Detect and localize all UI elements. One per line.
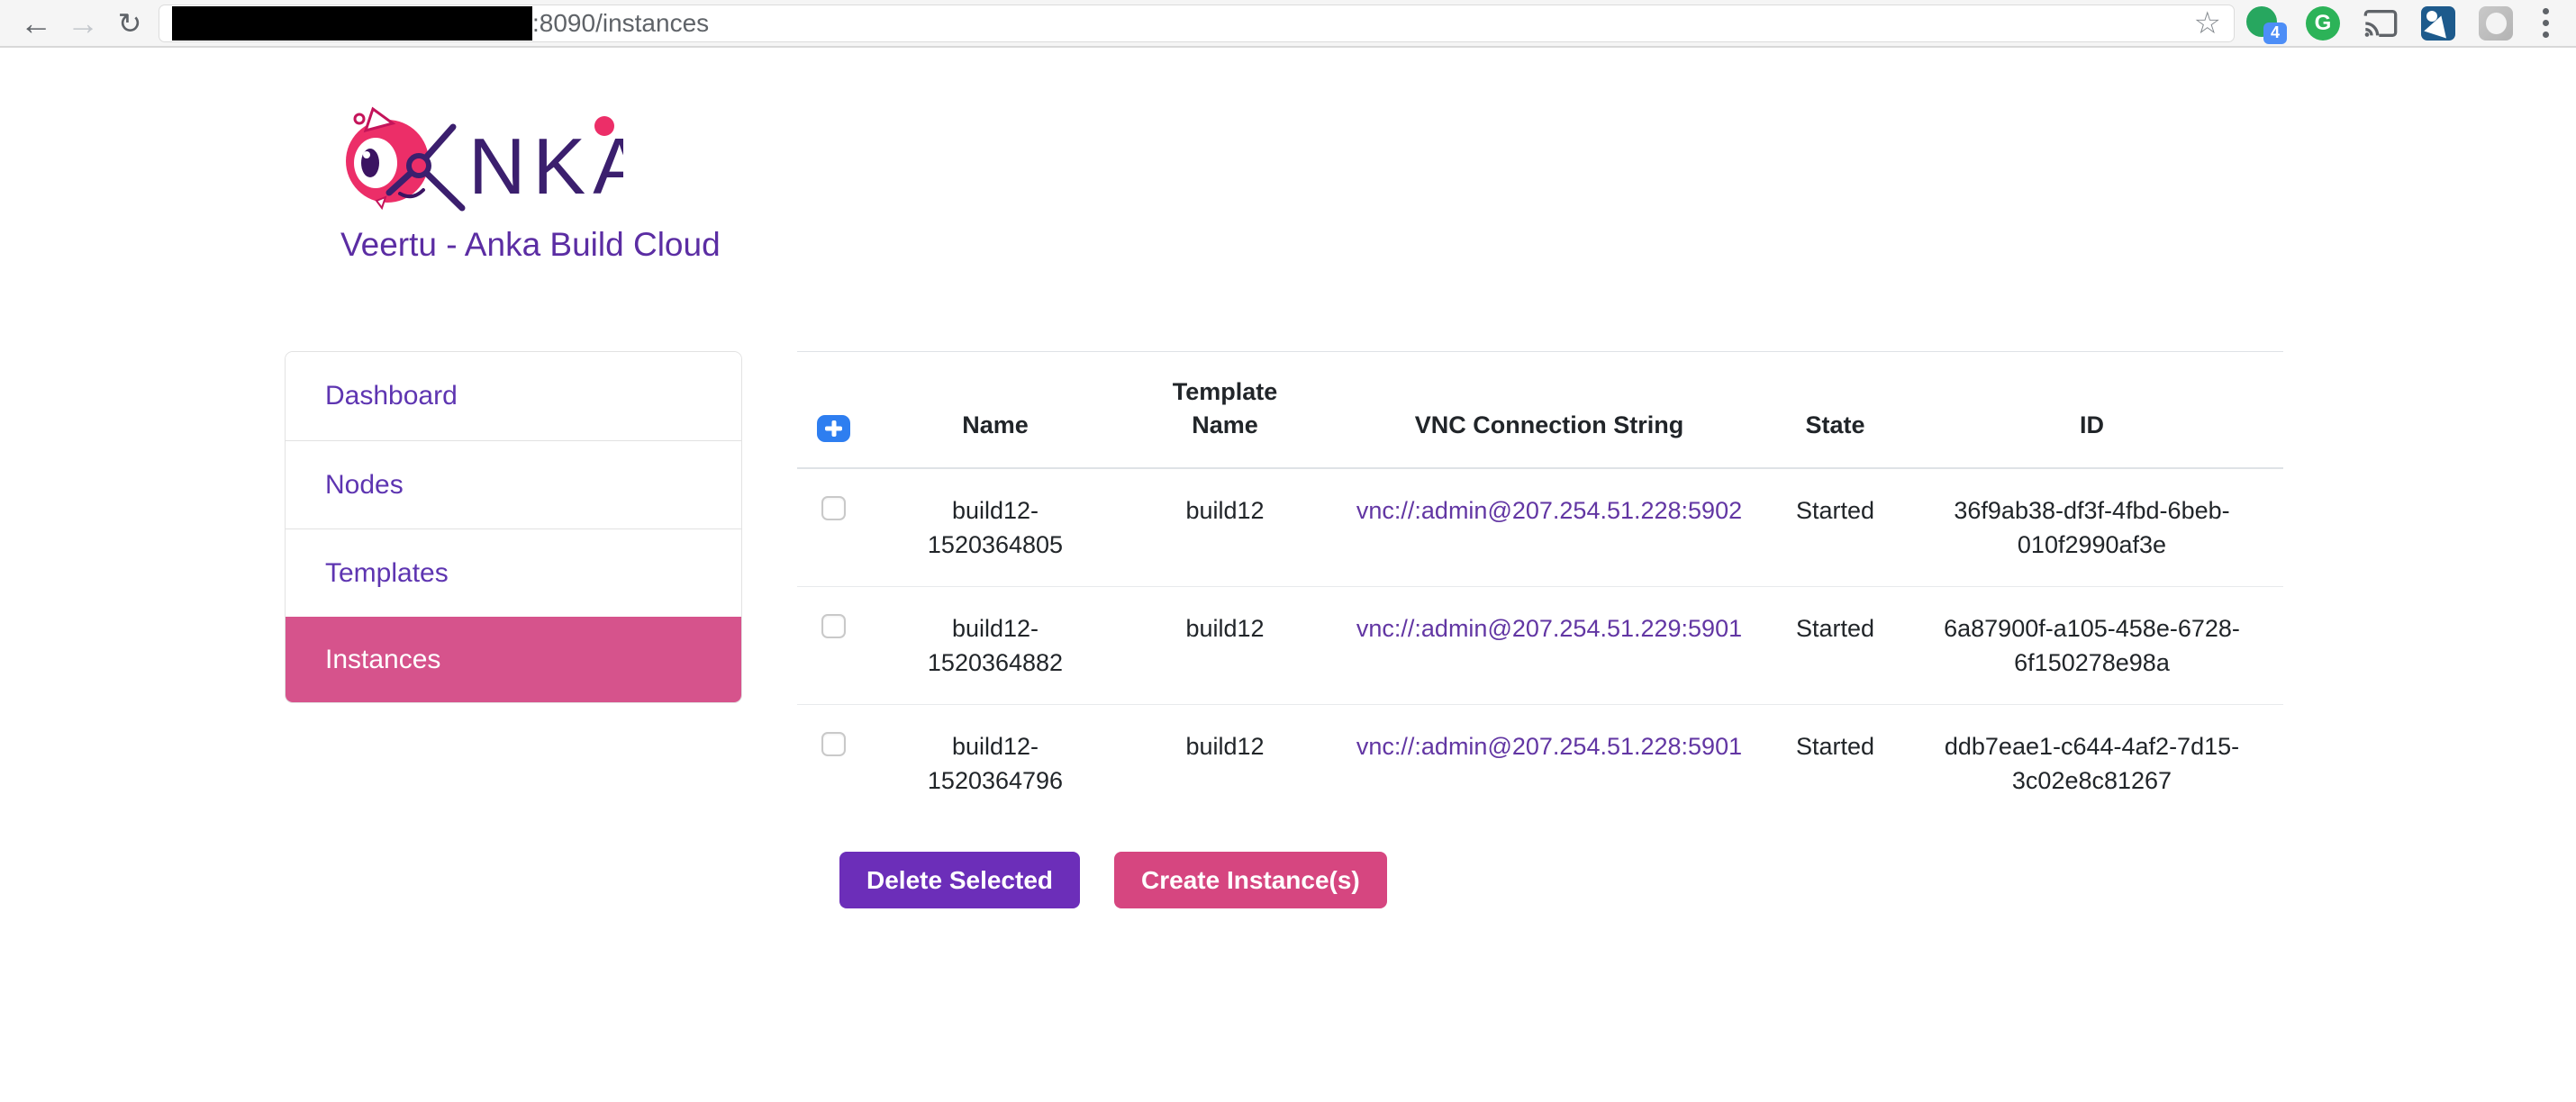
select-all-header xyxy=(797,352,869,469)
bookmark-star-icon[interactable]: ☆ xyxy=(2194,8,2221,39)
anka-logo: NKA xyxy=(335,104,623,223)
cell-id: ddb7eae1-c644-4af2-7d15-3c02e8c81267 xyxy=(1900,705,2283,823)
green-dot-extension-icon[interactable]: 4 xyxy=(2245,4,2285,43)
reload-icon[interactable]: ↻ xyxy=(106,3,153,44)
vnc-link[interactable]: vnc://:admin@207.254.51.229:5901 xyxy=(1356,615,1742,642)
table-row: build12-1520364796 build12 vnc://:admin@… xyxy=(797,705,2283,823)
table-row: build12-1520364805 build12 vnc://:admin@… xyxy=(797,468,2283,587)
sidebar-item-dashboard[interactable]: Dashboard xyxy=(286,352,741,440)
grey-extension-icon[interactable] xyxy=(2476,4,2516,43)
sidebar-item-nodes[interactable]: Nodes xyxy=(286,440,741,528)
page-title: Veertu - Anka Build Cloud xyxy=(340,226,721,264)
logo-ring xyxy=(409,156,429,176)
create-instances-button[interactable]: Create Instance(s) xyxy=(1114,852,1387,908)
cell-state: Started xyxy=(1770,468,1900,587)
cell-template-name: build12 xyxy=(1121,468,1329,587)
sidebar-item-label: Templates xyxy=(325,558,449,589)
table-header-row: Name Template Name VNC Connection String… xyxy=(797,352,2283,469)
sidebar-item-instances[interactable]: Instances xyxy=(286,617,741,702)
cell-vnc: vnc://:admin@207.254.51.228:5902 xyxy=(1329,468,1770,587)
vnc-link[interactable]: vnc://:admin@207.254.51.228:5902 xyxy=(1356,497,1742,524)
cell-state: Started xyxy=(1770,705,1900,823)
cell-state: Started xyxy=(1770,587,1900,705)
url-text[interactable]: :8090/instances xyxy=(532,9,709,38)
sidebar-item-label: Dashboard xyxy=(325,381,458,411)
sidebar-nav: Dashboard Nodes Templates Instances xyxy=(285,351,742,703)
page-body: NKA Veertu - Anka Build Cloud Dashboard … xyxy=(0,48,2576,1100)
blue-square-icon xyxy=(2421,6,2455,41)
cell-id: 36f9ab38-df3f-4fbd-6beb-010f2990af3e xyxy=(1900,468,2283,587)
browser-toolbar: ← → ↻ :8090/instances ☆ 4 G xyxy=(0,0,2576,48)
cast-extension-icon[interactable] xyxy=(2361,4,2400,43)
column-header-vnc: VNC Connection String xyxy=(1329,352,1770,469)
add-select-all-button[interactable] xyxy=(817,415,850,442)
instances-table: Name Template Name VNC Connection String… xyxy=(797,351,2283,822)
vnc-link[interactable]: vnc://:admin@207.254.51.228:5901 xyxy=(1356,733,1742,760)
grammarly-icon: G xyxy=(2306,6,2340,41)
delete-selected-button[interactable]: Delete Selected xyxy=(839,852,1080,908)
address-bar[interactable]: :8090/instances ☆ xyxy=(159,5,2235,42)
redacted-host-block xyxy=(172,6,532,41)
column-header-name: Name xyxy=(869,352,1121,469)
back-icon[interactable]: ← xyxy=(13,3,59,44)
cell-template-name: build12 xyxy=(1121,705,1329,823)
grey-square-icon xyxy=(2479,6,2513,41)
column-header-state: State xyxy=(1770,352,1900,469)
grammarly-extension-icon[interactable]: G xyxy=(2303,4,2343,43)
cell-vnc: vnc://:admin@207.254.51.228:5901 xyxy=(1329,705,1770,823)
cell-name: build12-1520364805 xyxy=(869,468,1121,587)
row-checkbox[interactable] xyxy=(821,732,846,756)
row-checkbox[interactable] xyxy=(821,496,846,520)
cell-template-name: build12 xyxy=(1121,587,1329,705)
sidebar-item-label: Nodes xyxy=(325,470,404,501)
column-header-id: ID xyxy=(1900,352,2283,469)
cell-vnc: vnc://:admin@207.254.51.229:5901 xyxy=(1329,587,1770,705)
cell-name: build12-1520364796 xyxy=(869,705,1121,823)
cell-name: build12-1520364882 xyxy=(869,587,1121,705)
cell-id: 6a87900f-a105-458e-6728-6f150278e98a xyxy=(1900,587,2283,705)
column-header-template-name: Template Name xyxy=(1121,352,1329,469)
extension-icons: 4 G xyxy=(2245,4,2563,43)
logo-a-dot xyxy=(594,116,614,136)
row-checkbox[interactable] xyxy=(821,614,846,638)
sidebar-item-label: Instances xyxy=(325,645,440,675)
cast-icon xyxy=(2363,8,2399,39)
blue-extension-icon[interactable] xyxy=(2418,4,2458,43)
action-buttons: Delete Selected Create Instance(s) xyxy=(839,852,1387,908)
sidebar-item-templates[interactable]: Templates xyxy=(286,528,741,617)
table-row: build12-1520364882 build12 vnc://:admin@… xyxy=(797,587,2283,705)
extension-badge: 4 xyxy=(2263,23,2287,44)
browser-menu-icon[interactable] xyxy=(2534,5,2558,41)
forward-icon: → xyxy=(59,3,106,44)
